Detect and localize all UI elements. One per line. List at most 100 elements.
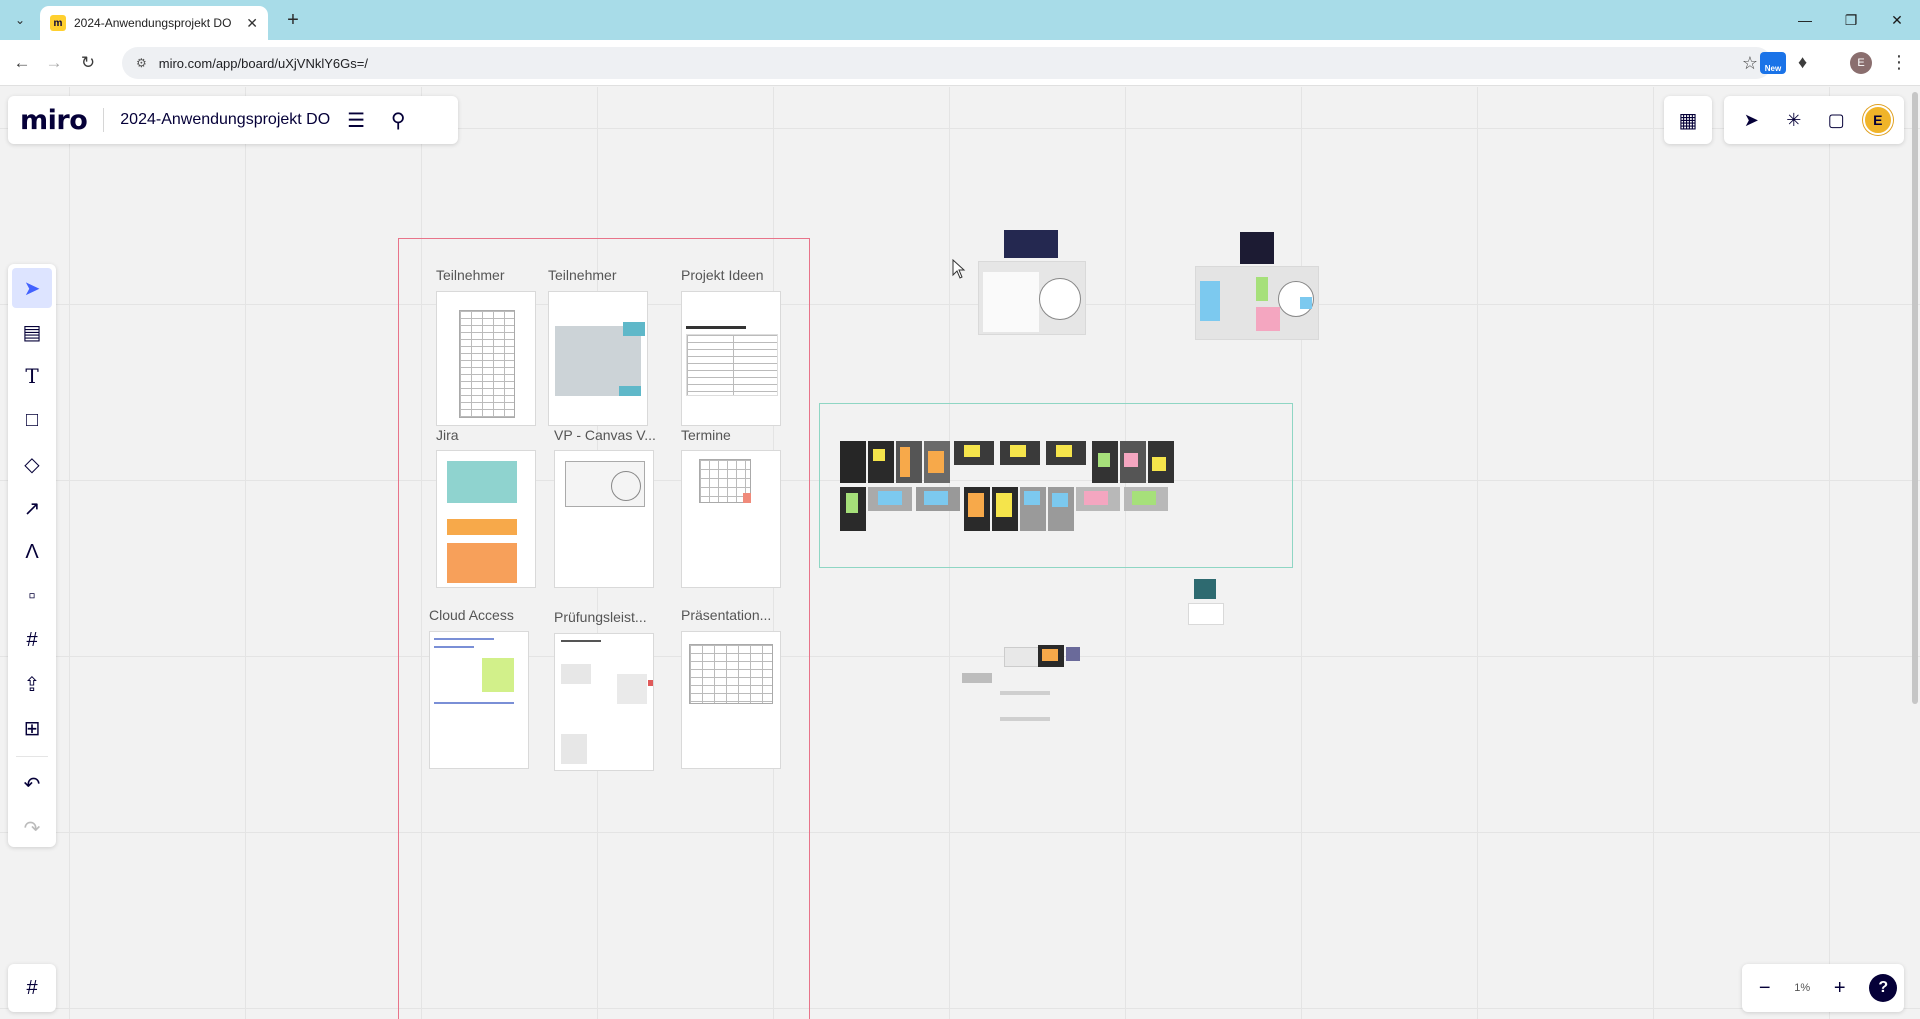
highlight-cell xyxy=(743,493,751,503)
back-arrow-icon[interactable]: ← xyxy=(10,51,34,75)
board-canvas[interactable]: Teilnehmer Teilnehmer Projekt Ideen Jira… xyxy=(0,87,1920,1019)
mini-table xyxy=(459,310,515,418)
card-termine[interactable] xyxy=(681,450,781,588)
extensions-puzzle-icon[interactable]: ♦ xyxy=(1798,52,1807,73)
pen-icon[interactable]: Λ xyxy=(12,532,52,572)
card-projekt-ideen[interactable] xyxy=(681,291,781,426)
card-teilnehmer-2[interactable] xyxy=(548,291,648,426)
board-header: miro 2024-Anwendungsprojekt DO ☰ ⚲ xyxy=(8,96,458,144)
text-line xyxy=(561,640,601,642)
creation-toolbar: ➤ ▤ T □ ◇ ↗ Λ ▫ # ⇪ ⊞ ↶ ↷ xyxy=(8,264,56,847)
small-icon[interactable] xyxy=(1066,647,1080,661)
profile-avatar[interactable]: E xyxy=(1850,52,1872,74)
card-praesentation[interactable] xyxy=(681,631,781,769)
miro-favicon-icon: m xyxy=(50,15,66,31)
close-window-icon[interactable]: ✕ xyxy=(1874,0,1920,40)
undo-icon[interactable]: ↶ xyxy=(12,764,52,804)
card-jira[interactable] xyxy=(436,450,536,588)
new-tab-button[interactable]: + xyxy=(280,8,306,32)
photo-thumbnail[interactable] xyxy=(840,441,866,483)
user-avatar[interactable]: E xyxy=(1862,105,1893,135)
tab-title: 2024-Anwendungsprojekt DO xyxy=(74,16,232,30)
card-label: Projekt Ideen xyxy=(681,267,764,283)
board-thumbnail[interactable] xyxy=(1195,266,1319,340)
select-cursor-icon[interactable]: ➤ xyxy=(12,268,52,308)
text-tool-icon[interactable]: T xyxy=(12,356,52,396)
upload-icon[interactable]: ⇪ xyxy=(12,664,52,704)
comments-icon[interactable]: ▢ xyxy=(1820,104,1852,136)
mini-table[interactable] xyxy=(962,673,992,683)
site-info-icon[interactable]: ⚙ xyxy=(136,56,147,70)
text-line xyxy=(434,646,474,648)
board-thumbnail[interactable] xyxy=(978,261,1086,335)
card-pruefungsleistung[interactable] xyxy=(554,633,654,771)
vertical-scrollbar[interactable] xyxy=(1912,92,1918,704)
board-thumbnail-dark[interactable] xyxy=(1004,230,1058,258)
restore-icon[interactable]: ❐ xyxy=(1828,0,1874,40)
templates-icon[interactable]: ▤ xyxy=(12,312,52,352)
zoom-in-icon[interactable]: + xyxy=(1824,972,1856,1004)
board-thumbnail-dark[interactable] xyxy=(1240,232,1274,264)
reload-icon[interactable]: ↻ xyxy=(76,51,100,75)
text-line xyxy=(1000,717,1050,721)
thumb xyxy=(447,543,517,583)
collaboration-toolbar: ➤ ✳ ▢ E xyxy=(1724,96,1904,144)
board-thumbnail-dark[interactable] xyxy=(1194,579,1216,599)
card-label: Termine xyxy=(681,427,731,443)
browser-menu-icon[interactable]: ⋮ xyxy=(1890,52,1908,73)
main-menu-hamburger-icon[interactable]: ☰ xyxy=(340,104,372,136)
thumb xyxy=(561,664,591,684)
minimize-icon[interactable]: — xyxy=(1782,0,1828,40)
frame-green[interactable] xyxy=(819,403,1293,568)
board-title[interactable]: 2024-Anwendungsprojekt DO xyxy=(120,111,330,129)
miro-logo[interactable]: miro xyxy=(20,105,88,136)
sticky-note-icon[interactable]: □ xyxy=(12,400,52,440)
help-icon[interactable]: ? xyxy=(1869,974,1898,1002)
tab-close-icon[interactable]: ✕ xyxy=(246,15,258,32)
zoom-controls: − 1% + ? xyxy=(1742,964,1904,1012)
card-label: Prüfungsleist... xyxy=(554,609,647,625)
forward-arrow-icon[interactable]: → xyxy=(42,51,66,75)
frame-icon[interactable]: # xyxy=(12,620,52,660)
url-text[interactable]: miro.com/app/board/uXjVNklY6Gs=/ xyxy=(159,56,368,71)
search-icon[interactable]: ⚲ xyxy=(382,104,414,136)
redo-icon[interactable]: ↷ xyxy=(12,808,52,848)
card-teilnehmer-1[interactable] xyxy=(436,291,536,426)
reactions-confetti-icon[interactable]: ✳ xyxy=(1778,104,1810,136)
card-label: Präsentation... xyxy=(681,607,772,623)
browser-tab-strip: ⌄ m 2024-Anwendungsprojekt DO ✕ + — ❐ ✕ xyxy=(0,0,1920,40)
extension-new-icon[interactable]: New xyxy=(1760,52,1786,74)
browser-tab[interactable]: m 2024-Anwendungsprojekt DO ✕ xyxy=(40,6,268,40)
shapes-icon[interactable]: ◇ xyxy=(12,444,52,484)
mini-table xyxy=(686,334,778,396)
tab-list-chevron-icon[interactable]: ⌄ xyxy=(8,8,32,32)
presentation-pointer-icon[interactable]: ➤ xyxy=(1735,104,1767,136)
divider xyxy=(103,108,105,132)
apps-shapes-icon[interactable]: ▦ xyxy=(1664,96,1712,144)
text-line xyxy=(434,638,494,640)
thumb xyxy=(619,386,641,396)
photo-thumbnail[interactable] xyxy=(868,441,894,483)
marker xyxy=(648,680,653,686)
mouse-cursor-icon xyxy=(952,259,966,279)
card-label: Jira xyxy=(436,427,459,443)
card-vp-canvas[interactable] xyxy=(554,450,654,588)
comment-icon[interactable]: ▫ xyxy=(12,576,52,616)
zoom-out-icon[interactable]: − xyxy=(1749,972,1781,1004)
board-thumbnail[interactable] xyxy=(1188,603,1224,625)
toolbar-divider xyxy=(16,756,48,757)
frames-panel-icon[interactable]: # xyxy=(8,964,56,1012)
text-line xyxy=(1000,691,1050,695)
card-label: Cloud Access xyxy=(429,607,514,623)
thumb xyxy=(561,734,587,764)
connection-line-icon[interactable]: ↗ xyxy=(12,488,52,528)
more-tools-plus-icon[interactable]: ⊞ xyxy=(12,708,52,748)
zoom-level[interactable]: 1% xyxy=(1794,982,1810,994)
card-cloud-access[interactable] xyxy=(429,631,529,769)
bookmark-star-icon[interactable]: ☆ xyxy=(1742,53,1758,74)
card-label: VP - Canvas V... xyxy=(554,427,656,443)
card-label: Teilnehmer xyxy=(436,267,505,283)
text-line xyxy=(434,702,514,704)
circle xyxy=(1039,278,1081,320)
address-bar[interactable]: ⚙ miro.com/app/board/uXjVNklY6Gs=/ ☆ xyxy=(122,47,1772,79)
